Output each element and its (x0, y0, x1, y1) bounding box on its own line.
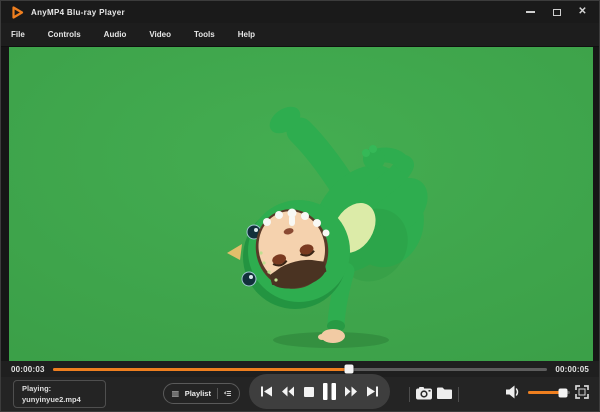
total-time: 00:00:05 (555, 365, 589, 374)
divider-left (409, 387, 410, 402)
divider-right (458, 387, 459, 402)
rewind-button[interactable] (282, 383, 294, 401)
previous-button[interactable] (261, 383, 273, 401)
fast-forward-button[interactable] (345, 383, 357, 401)
menu-help[interactable]: Help (238, 25, 255, 44)
playlist-mode-icon[interactable] (224, 389, 231, 398)
menu-video[interactable]: Video (149, 25, 171, 44)
playlist-button[interactable]: Playlist (163, 383, 240, 404)
mute-button[interactable] (506, 385, 520, 399)
player-window: AnyMP4 Blu-ray Player ✕ File Controls Au… (0, 0, 600, 412)
speaker-icon (506, 385, 520, 399)
playlist-label: Playlist (185, 389, 211, 398)
pause-button[interactable] (323, 383, 336, 401)
volume-slider[interactable] (528, 391, 570, 394)
transport-controls (249, 374, 390, 409)
folder-icon (437, 387, 452, 399)
menu-audio[interactable]: Audio (104, 25, 127, 44)
control-bar: Playing: yunyinyue2.mp4 Playlist (1, 377, 599, 411)
next-button[interactable] (366, 383, 378, 401)
app-logo-play-icon (11, 6, 24, 19)
now-playing-filename: yunyinyue2.mp4 (22, 395, 97, 406)
seek-handle[interactable] (345, 365, 354, 374)
open-file-button[interactable] (437, 387, 452, 399)
video-frame-dancing-character (9, 47, 593, 361)
stop-button[interactable] (303, 383, 315, 401)
camera-icon (416, 387, 433, 400)
menu-file[interactable]: File (11, 25, 25, 44)
playlist-divider (217, 388, 218, 399)
maximize-button[interactable] (550, 6, 563, 19)
menu-tools[interactable]: Tools (194, 25, 215, 44)
menu-bar: File Controls Audio Video Tools Help (1, 23, 599, 47)
video-display[interactable] (9, 47, 593, 361)
hamburger-list-icon (172, 390, 179, 398)
snapshot-button[interactable] (416, 387, 433, 400)
seek-bar-fill (53, 368, 350, 371)
fullscreen-icon (575, 385, 589, 399)
fullscreen-button[interactable] (575, 385, 589, 399)
title-bar: AnyMP4 Blu-ray Player ✕ (1, 1, 599, 23)
seek-bar[interactable] (53, 368, 548, 371)
minimize-button[interactable] (524, 6, 537, 19)
elapsed-time: 00:00:03 (11, 365, 45, 374)
now-playing-box: Playing: yunyinyue2.mp4 (13, 380, 106, 408)
window-title: AnyMP4 Blu-ray Player (31, 8, 125, 17)
menu-controls[interactable]: Controls (48, 25, 81, 44)
close-button[interactable]: ✕ (576, 6, 589, 19)
window-controls: ✕ (524, 6, 589, 19)
volume-handle[interactable] (559, 388, 568, 397)
now-playing-label: Playing: (22, 384, 97, 395)
